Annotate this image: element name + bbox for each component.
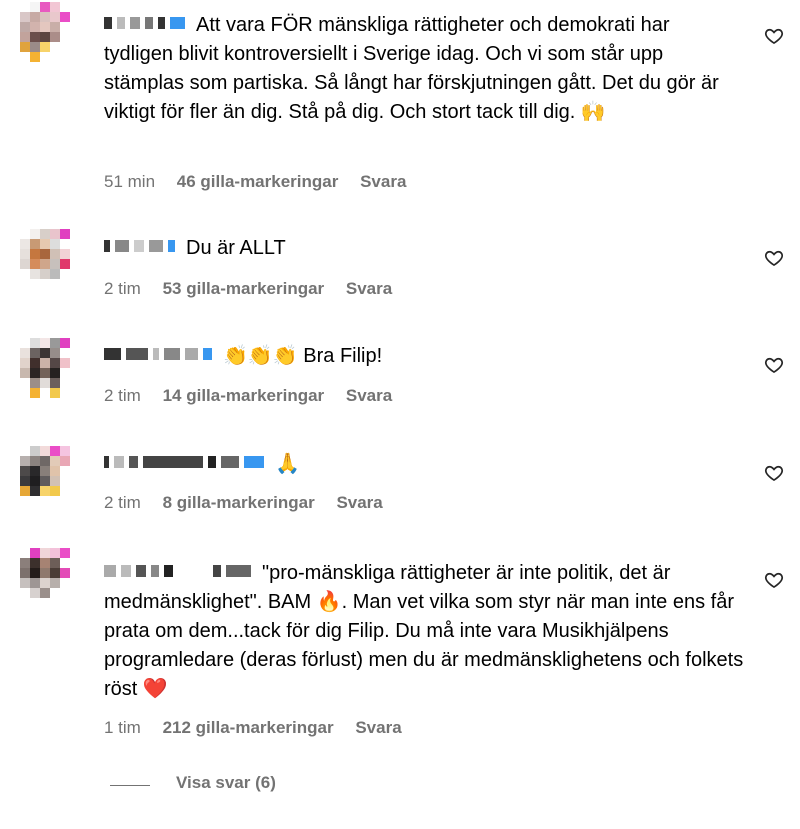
username-redacted[interactable] <box>104 347 217 366</box>
reply-button[interactable]: Svara <box>336 493 382 512</box>
comment-meta: 1 tim 212 gilla-markeringar Svara <box>104 718 419 738</box>
likes-count[interactable]: 53 gilla-markeringar <box>163 279 325 298</box>
heart-outline-icon[interactable] <box>764 26 784 46</box>
comment-time: 1 tim <box>104 718 141 737</box>
comment-time: 2 tim <box>104 279 141 298</box>
avatar[interactable] <box>20 446 80 506</box>
comment-text: Du är ALLT <box>104 234 744 263</box>
likes-count[interactable]: 8 gilla-markeringar <box>163 493 315 512</box>
reply-button[interactable]: Svara <box>346 386 392 405</box>
view-replies-divider <box>110 785 150 786</box>
heart-outline-icon[interactable] <box>764 570 784 590</box>
comment-text: 🙏 <box>104 450 744 479</box>
avatar[interactable] <box>20 229 80 289</box>
comment-text: "pro-mänskliga rättigheter är inte polit… <box>104 562 744 700</box>
avatar[interactable] <box>20 548 80 608</box>
reply-button[interactable]: Svara <box>346 279 392 298</box>
heart-outline-icon[interactable] <box>764 463 784 483</box>
avatar[interactable] <box>20 2 80 62</box>
likes-count[interactable]: 212 gilla-markeringar <box>163 718 334 737</box>
username-redacted[interactable] <box>104 564 256 583</box>
username-redacted[interactable] <box>104 16 190 35</box>
username-redacted[interactable] <box>104 239 180 258</box>
comment-time: 2 tim <box>104 493 141 512</box>
likes-count[interactable]: 46 gilla-markeringar <box>177 172 339 191</box>
heart-outline-icon[interactable] <box>764 248 784 268</box>
comment-text: 👏👏👏 Bra Filip! <box>104 342 744 371</box>
likes-count[interactable]: 14 gilla-markeringar <box>163 386 325 405</box>
reply-button[interactable]: Svara <box>355 718 401 737</box>
comment-meta: 2 tim 14 gilla-markeringar Svara <box>104 386 409 406</box>
avatar[interactable] <box>20 338 80 398</box>
comment-time: 51 min <box>104 172 156 191</box>
heart-outline-icon[interactable] <box>764 355 784 375</box>
comment-meta: 51 min 46 gilla-markeringar Svara <box>104 172 423 192</box>
comment-time: 2 tim <box>104 386 141 405</box>
comment-meta: 2 tim 8 gilla-markeringar Svara <box>104 493 400 513</box>
comment-text: Att vara FÖR mänskliga rättigheter och d… <box>104 14 719 123</box>
view-replies-button[interactable]: Visa svar (6) <box>176 773 276 793</box>
reply-button[interactable]: Svara <box>360 172 406 191</box>
username-redacted[interactable] <box>104 455 269 474</box>
comment-meta: 2 tim 53 gilla-markeringar Svara <box>104 279 409 299</box>
